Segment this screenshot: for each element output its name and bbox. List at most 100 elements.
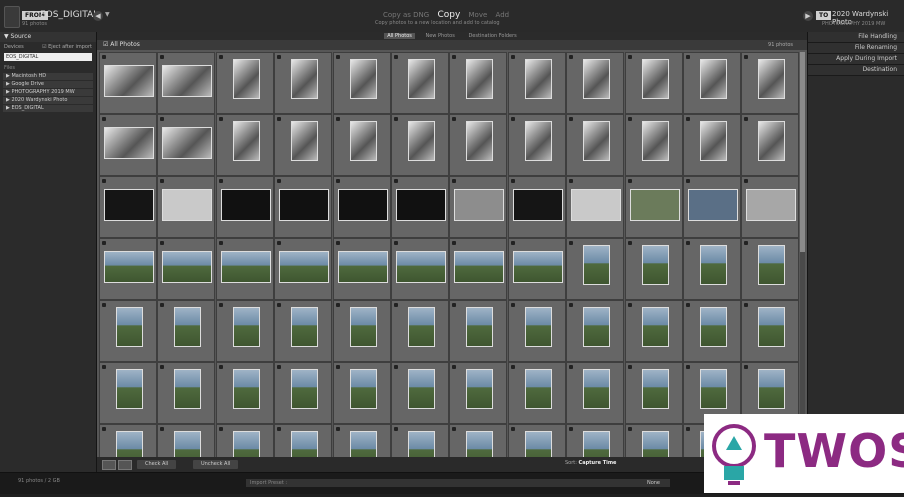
photo-checkbox[interactable] — [277, 241, 282, 245]
photo-thumbnail-cell[interactable] — [449, 176, 508, 238]
photo-thumbnail-cell[interactable] — [274, 238, 333, 300]
photo-thumbnail-cell[interactable] — [157, 238, 216, 300]
photo-checkbox[interactable] — [510, 241, 515, 245]
photo-thumbnail-cell[interactable] — [215, 362, 274, 424]
photo-checkbox[interactable] — [218, 303, 223, 307]
photo-thumbnail-cell[interactable] — [507, 362, 566, 424]
photo-checkbox[interactable] — [335, 179, 340, 183]
photo-thumbnail-cell[interactable] — [566, 52, 625, 114]
photo-thumbnail[interactable] — [583, 121, 611, 161]
photo-thumbnail[interactable] — [279, 189, 330, 221]
arrow-right-icon[interactable]: ▶ — [803, 11, 813, 21]
photo-thumbnail[interactable] — [162, 65, 213, 97]
photo-thumbnail[interactable] — [337, 251, 388, 283]
photo-checkbox[interactable] — [686, 303, 690, 307]
photo-thumbnail-cell[interactable] — [624, 114, 683, 176]
photo-thumbnail-cell[interactable] — [624, 424, 683, 457]
photo-checkbox[interactable] — [569, 427, 574, 431]
photo-thumbnail-cell[interactable] — [332, 300, 391, 362]
mode-copy-as-dng[interactable]: Copy as DNG — [383, 11, 429, 19]
photo-checkbox[interactable] — [102, 117, 106, 121]
photo-thumbnail[interactable] — [524, 369, 552, 409]
photo-checkbox[interactable] — [452, 241, 457, 245]
photo-thumbnail[interactable] — [454, 251, 505, 283]
photo-thumbnail-cell[interactable] — [274, 424, 333, 457]
scrollbar-thumb[interactable] — [800, 52, 805, 252]
loupe-view-icon[interactable] — [118, 460, 132, 470]
photo-checkbox[interactable] — [627, 365, 632, 369]
photo-thumbnail[interactable] — [466, 121, 494, 161]
photo-thumbnail[interactable] — [291, 307, 319, 347]
photo-thumbnail-cell[interactable] — [566, 300, 625, 362]
photo-thumbnail[interactable] — [641, 369, 669, 409]
photo-checkbox[interactable] — [686, 427, 690, 431]
photo-thumbnail[interactable] — [116, 369, 143, 409]
photo-thumbnail-cell[interactable] — [449, 300, 508, 362]
uncheck-all-button[interactable]: Uncheck All — [193, 460, 239, 469]
photo-thumbnail-cell[interactable] — [215, 424, 274, 457]
photo-thumbnail-cell[interactable] — [215, 176, 274, 238]
photo-thumbnail-cell[interactable] — [449, 424, 508, 457]
photo-thumbnail-cell[interactable] — [99, 176, 157, 238]
photo-checkbox[interactable] — [102, 241, 106, 245]
photo-thumbnail[interactable] — [349, 307, 377, 347]
photo-thumbnail-cell[interactable] — [332, 362, 391, 424]
photo-checkbox[interactable] — [335, 427, 340, 431]
photo-thumbnail[interactable] — [524, 307, 552, 347]
photo-thumbnail-cell[interactable] — [624, 238, 683, 300]
photo-thumbnail-cell[interactable] — [157, 362, 216, 424]
photo-checkbox[interactable] — [218, 179, 223, 183]
grid-view-icon[interactable] — [102, 460, 116, 470]
filter-new-photos[interactable]: New Photos — [422, 33, 457, 39]
photo-thumbnail[interactable] — [758, 245, 786, 285]
photo-thumbnail[interactable] — [583, 307, 611, 347]
photo-checkbox[interactable] — [277, 365, 282, 369]
photo-thumbnail-cell[interactable] — [274, 52, 333, 114]
photo-checkbox[interactable] — [394, 55, 398, 59]
photo-checkbox[interactable] — [394, 241, 398, 245]
photo-thumbnail-cell[interactable] — [332, 52, 391, 114]
photo-checkbox[interactable] — [627, 117, 632, 121]
photo-thumbnail[interactable] — [700, 59, 727, 99]
photo-checkbox[interactable] — [452, 427, 457, 431]
photo-thumbnail-cell[interactable] — [391, 176, 449, 238]
photo-thumbnail-cell[interactable] — [566, 114, 625, 176]
photo-checkbox[interactable] — [160, 365, 165, 369]
photo-thumbnail[interactable] — [104, 65, 154, 97]
filter-destination-folders[interactable]: Destination Folders — [465, 33, 519, 39]
mode-copy[interactable]: Copy — [437, 10, 460, 20]
photo-thumbnail[interactable] — [641, 121, 669, 161]
photo-thumbnail[interactable] — [291, 121, 319, 161]
photo-thumbnail[interactable] — [162, 251, 213, 283]
photo-thumbnail[interactable] — [174, 307, 202, 347]
photo-checkbox[interactable] — [218, 427, 223, 431]
photo-checkbox[interactable] — [686, 55, 690, 59]
photo-thumbnail-cell[interactable] — [332, 176, 391, 238]
photo-thumbnail-cell[interactable] — [507, 114, 566, 176]
photo-checkbox[interactable] — [102, 179, 106, 183]
photo-checkbox[interactable] — [394, 303, 398, 307]
photo-thumbnail[interactable] — [162, 127, 213, 159]
photo-thumbnail-cell[interactable] — [624, 176, 683, 238]
photo-checkbox[interactable] — [160, 179, 165, 183]
photo-thumbnail[interactable] — [758, 59, 786, 99]
photo-thumbnail[interactable] — [349, 369, 377, 409]
photo-checkbox[interactable] — [218, 365, 223, 369]
photo-checkbox[interactable] — [686, 179, 690, 183]
photo-thumbnail-cell[interactable] — [99, 300, 157, 362]
photo-thumbnail[interactable] — [583, 245, 611, 285]
photo-checkbox[interactable] — [335, 303, 340, 307]
photo-thumbnail-cell[interactable] — [741, 238, 799, 300]
photo-thumbnail[interactable] — [220, 251, 271, 283]
photo-thumbnail[interactable] — [291, 431, 319, 457]
photo-thumbnail[interactable] — [116, 431, 143, 457]
photo-checkbox[interactable] — [627, 55, 632, 59]
photo-checkbox[interactable] — [102, 303, 106, 307]
photo-checkbox[interactable] — [218, 241, 223, 245]
photo-thumbnail-cell[interactable] — [157, 424, 216, 457]
photo-thumbnail-cell[interactable] — [391, 300, 449, 362]
photo-thumbnail-cell[interactable] — [449, 52, 508, 114]
photo-thumbnail-cell[interactable] — [741, 114, 799, 176]
photo-thumbnail-cell[interactable] — [157, 52, 216, 114]
photo-thumbnail-cell[interactable] — [507, 424, 566, 457]
